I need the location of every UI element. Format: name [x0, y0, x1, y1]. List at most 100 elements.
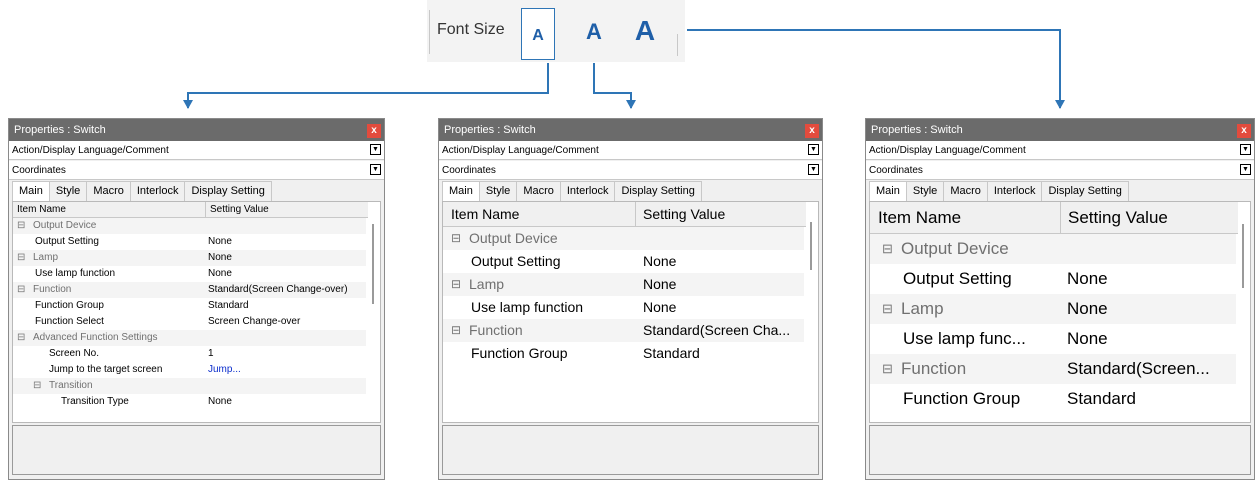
- description-panel: [442, 425, 819, 475]
- group-row[interactable]: ⊟ Function Standard(Screen Change-over): [13, 282, 366, 298]
- section-action-display-language[interactable]: Action/Display Language/Comment ▼: [9, 141, 384, 160]
- tab-main[interactable]: Main: [12, 181, 50, 202]
- arrow-to-medium-window: [593, 63, 636, 109]
- expand-icon[interactable]: ▼: [1240, 144, 1251, 155]
- tab-main[interactable]: Main: [442, 181, 480, 202]
- collapse-icon[interactable]: ⊟: [17, 250, 25, 266]
- property-row[interactable]: Function Group Standard: [870, 384, 1236, 414]
- scrollbar-thumb[interactable]: [372, 224, 374, 304]
- tab-display-setting[interactable]: Display Setting: [614, 181, 702, 201]
- tab-main[interactable]: Main: [869, 181, 907, 202]
- property-row[interactable]: Function Select Screen Change-over: [870, 414, 1236, 422]
- column-header-setting-value: Setting Value: [205, 202, 380, 217]
- tab-macro[interactable]: Macro: [516, 181, 561, 201]
- group-label: Output Device: [33, 220, 97, 231]
- property-row[interactable]: Screen No. 1: [13, 346, 366, 362]
- collapse-icon[interactable]: ⊟: [17, 330, 25, 346]
- jump-link[interactable]: Jump...: [208, 362, 366, 378]
- property-row[interactable]: Transition Type None: [13, 394, 366, 410]
- property-row[interactable]: Jump to the target screen Jump...: [13, 362, 366, 378]
- scrollbar-thumb[interactable]: [1242, 224, 1244, 288]
- description-panel: [12, 425, 381, 475]
- property-row[interactable]: Function Group Standard: [443, 342, 804, 365]
- expand-icon[interactable]: ▼: [808, 164, 819, 175]
- property-name: Use lamp func...: [903, 329, 1026, 348]
- tab-interlock[interactable]: Interlock: [129, 181, 186, 201]
- group-row[interactable]: ⊟ Output Device: [13, 218, 366, 234]
- collapse-icon[interactable]: ⊟: [882, 354, 893, 384]
- collapse-icon[interactable]: ⊟: [451, 227, 461, 250]
- collapse-icon[interactable]: ⊟: [882, 294, 893, 324]
- tab-interlock[interactable]: Interlock: [559, 181, 616, 201]
- group-row[interactable]: ⊟ Lamp None: [13, 250, 366, 266]
- property-value: None: [643, 276, 677, 292]
- vertical-scrollbar[interactable]: [368, 202, 380, 422]
- property-value: 1: [208, 348, 214, 359]
- group-label: Lamp: [33, 252, 59, 263]
- tab-style[interactable]: Style: [478, 181, 518, 201]
- group-row[interactable]: ⊟ Output Device: [443, 227, 804, 250]
- expand-icon[interactable]: ▼: [370, 164, 381, 175]
- group-row[interactable]: ⊟ Function Standard(Screen...: [870, 354, 1236, 384]
- scrollbar-thumb[interactable]: [810, 222, 812, 270]
- tab-macro[interactable]: Macro: [86, 181, 131, 201]
- collapse-icon[interactable]: ⊟: [451, 319, 461, 342]
- section-coordinates[interactable]: Coordinates ▼: [866, 161, 1254, 180]
- font-size-large-button[interactable]: A: [627, 8, 663, 54]
- group-row[interactable]: ⊟ Lamp None: [443, 273, 804, 296]
- group-label: Output Device: [901, 239, 1009, 258]
- group-row[interactable]: ⊟ Output Device: [870, 234, 1236, 264]
- tab-interlock[interactable]: Interlock: [986, 181, 1043, 201]
- vertical-scrollbar[interactable]: [806, 202, 818, 422]
- expand-icon[interactable]: ▼: [808, 144, 819, 155]
- expand-icon[interactable]: ▼: [1240, 164, 1251, 175]
- group-row[interactable]: ⊟ Function Standard(Screen Cha...: [443, 319, 804, 342]
- property-name: Function Select: [35, 316, 104, 327]
- group-label: Function: [469, 322, 523, 338]
- property-grid: Item Name Setting Value ⊟ Output Device Outp…: [12, 201, 381, 423]
- collapse-icon[interactable]: ⊟: [33, 378, 41, 394]
- tab-macro[interactable]: Macro: [943, 181, 988, 201]
- close-button[interactable]: x: [1237, 124, 1251, 138]
- property-row[interactable]: Function Select Screen Change-over: [13, 314, 366, 330]
- property-name: Function Group: [903, 389, 1021, 408]
- close-button[interactable]: x: [805, 124, 819, 138]
- tab-style[interactable]: Style: [48, 181, 88, 201]
- group-row[interactable]: ⊟ Advanced Function Settings: [13, 330, 366, 346]
- property-grid: Item Name Setting Value ⊟ Output Device Outp…: [869, 201, 1251, 423]
- grid-header: Item Name Setting Value: [13, 202, 380, 218]
- property-row[interactable]: Use lamp function None: [443, 296, 804, 319]
- tab-display-setting[interactable]: Display Setting: [1041, 181, 1129, 201]
- font-size-small-button[interactable]: A: [521, 8, 555, 60]
- property-row[interactable]: Use lamp function None: [13, 266, 366, 282]
- section-coordinates[interactable]: Coordinates ▼: [9, 161, 384, 180]
- collapse-icon[interactable]: ⊟: [882, 234, 893, 264]
- section-coordinates[interactable]: Coordinates ▼: [439, 161, 822, 180]
- property-row[interactable]: Output Setting None: [870, 264, 1236, 294]
- group-row[interactable]: ⊟ Lamp None: [870, 294, 1236, 324]
- column-header-setting-value: Setting Value: [635, 202, 818, 226]
- font-size-medium-button[interactable]: A: [579, 10, 609, 54]
- collapse-icon[interactable]: ⊟: [451, 273, 461, 296]
- close-button[interactable]: x: [367, 124, 381, 138]
- vertical-scrollbar[interactable]: [1238, 202, 1250, 422]
- property-row[interactable]: Use lamp func... None: [870, 324, 1236, 354]
- section-action-display-language[interactable]: Action/Display Language/Comment ▼: [866, 141, 1254, 160]
- font-size-label: Font Size: [437, 21, 505, 38]
- group-label: Function: [901, 359, 967, 378]
- properties-window-small: Properties : Switch x Action/Display Langu…: [8, 118, 385, 480]
- collapse-icon[interactable]: ⊟: [17, 282, 25, 298]
- expand-icon[interactable]: ▼: [370, 144, 381, 155]
- tab-display-setting[interactable]: Display Setting: [184, 181, 272, 201]
- property-row[interactable]: Function Group Standard: [13, 298, 366, 314]
- window-title: Properties : Switch: [14, 124, 106, 136]
- property-row[interactable]: Output Setting None: [443, 250, 804, 273]
- tab-style[interactable]: Style: [905, 181, 945, 201]
- section-action-display-language[interactable]: Action/Display Language/Comment ▼: [439, 141, 822, 160]
- property-value: None: [643, 253, 677, 269]
- group-label: Lamp: [469, 276, 505, 292]
- collapse-icon[interactable]: ⊟: [17, 218, 25, 234]
- group-row[interactable]: ⊟ Transition: [13, 378, 366, 394]
- property-row[interactable]: Output Setting None: [13, 234, 366, 250]
- property-name: Output Setting: [35, 236, 99, 247]
